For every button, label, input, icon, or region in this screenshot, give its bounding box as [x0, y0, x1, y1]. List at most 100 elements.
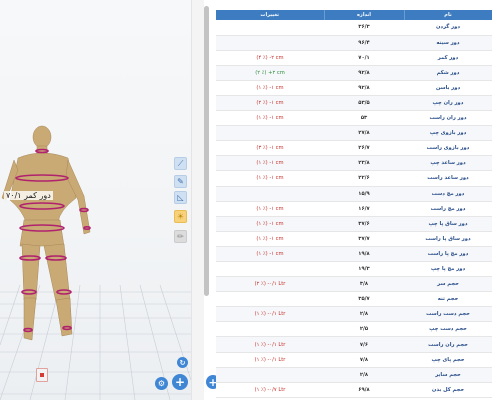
- name-cell: حجم سایر: [404, 367, 492, 383]
- change-cell: (۱ ٪) -۱ cm: [216, 110, 324, 127]
- header-changes[interactable]: تغییرات: [216, 10, 325, 20]
- table-row[interactable]: ۹۶/۴ دور سینه: [216, 35, 492, 51]
- ruler-icon[interactable]: ⟋: [174, 157, 187, 170]
- change-cell: (۱ ٪) -۱ cm: [216, 246, 324, 263]
- change-cell: (۲ ٪) +۲ cm: [216, 65, 324, 81]
- value-cell: ۹۶/۴: [324, 35, 404, 51]
- name-cell: دور ساق پا راست: [404, 231, 492, 247]
- name-cell: دور سینه: [404, 35, 492, 51]
- value-cell: ۱۹/۳: [324, 261, 404, 278]
- table-row[interactable]: (۳ ٪) -۱ cm ۲۶/۷ دور بازوی راست: [216, 140, 492, 157]
- value-cell: ۵۳: [324, 110, 404, 127]
- table-row[interactable]: (۱ ٪) -۰/۱ Ltr ۲/۸ حجم دست راست: [216, 306, 492, 323]
- value-cell: ۶۹/۸: [324, 382, 404, 398]
- name-cell: دور مچ راست: [404, 201, 492, 217]
- table-row[interactable]: (۲ ٪) -۱ cm ۵۳/۵ دور ران چپ: [216, 95, 492, 112]
- table-row[interactable]: (۱ ٪) -۱ cm ۲۲/۶ دور ساعد راست: [216, 170, 492, 187]
- 3d-body-viewer[interactable]: دور کمر ۷۰/۱ ⟋ ✎ ◺ ☀ ✏ ↻ ⚙ +: [0, 0, 191, 400]
- change-cell: (۲ ٪) -۱ cm: [216, 95, 324, 112]
- header-name[interactable]: نام: [404, 10, 492, 20]
- table-row[interactable]: (۱ ٪) -۱ cm ۳۷/۷ دور ساق پا راست: [216, 231, 492, 247]
- name-cell: دور کمر: [404, 50, 492, 66]
- 3d-scene[interactable]: [0, 0, 191, 400]
- table-row[interactable]: (۱ ٪) -۱ cm ۵۳ دور ران راست: [216, 110, 492, 127]
- ruler-angle-icon[interactable]: ◺: [174, 191, 187, 204]
- settings-fab[interactable]: ⚙: [155, 377, 168, 390]
- change-cell: [216, 35, 324, 51]
- change-cell: (۱ ٪) -۰/۷ Ltr: [216, 382, 324, 398]
- name-cell: دور بازوی چپ: [404, 125, 492, 142]
- table-row[interactable]: ۲/۸ حجم سایر: [216, 367, 492, 383]
- name-cell: دور باسن: [404, 80, 492, 96]
- value-cell: ۳۷/۶: [324, 216, 404, 232]
- name-cell: دور ران چپ: [404, 95, 492, 112]
- change-cell: (۱ ٪) -۱ cm: [216, 231, 324, 247]
- value-cell: ۲/۸: [324, 306, 404, 323]
- change-cell: (۱ ٪) -۱ cm: [216, 216, 324, 232]
- table-row[interactable]: (۱ ٪) -۱ cm ۱۶/۷ دور مچ راست: [216, 201, 492, 217]
- table-row[interactable]: (۱ ٪) -۰/۱ Ltr ۷/۸ حجم پای چپ: [216, 352, 492, 368]
- change-cell: (۱ ٪) -۰/۱ Ltr: [216, 336, 324, 353]
- value-cell: ۲۳/۸: [324, 155, 404, 172]
- header-value[interactable]: اندازه: [324, 10, 405, 20]
- name-cell: دور ساعد راست: [404, 170, 492, 187]
- table-row[interactable]: (۱ ٪) -۱ cm ۲۳/۸ دور ساعد چپ: [216, 155, 492, 172]
- panel-divider: [191, 0, 204, 400]
- value-cell: ۹۲/۸: [324, 65, 404, 81]
- value-cell: ۷۰/۱: [324, 50, 404, 66]
- table-row[interactable]: (۱ ٪) -۰/۷ Ltr ۶۹/۸ حجم کل بدن: [216, 382, 492, 398]
- change-cell: [216, 367, 324, 383]
- table-row[interactable]: ۲۷/۸ دور بازوی چپ: [216, 125, 492, 142]
- add-fab[interactable]: +: [172, 374, 188, 390]
- table-row[interactable]: (۱ ٪) -۱ cm ۳۷/۶ دور ساق پا چپ: [216, 216, 492, 232]
- name-cell: دور مچ دست: [404, 186, 492, 202]
- value-cell: ۲/۵: [324, 321, 404, 338]
- name-cell: حجم سر: [404, 276, 492, 293]
- table-row[interactable]: (۲ ٪) -۰/۱ Ltr ۳/۸ حجم سر: [216, 276, 492, 293]
- table-header: تغییرات اندازه نام: [216, 10, 492, 20]
- table-row[interactable]: (۱ ٪) -۱ cm ۹۲/۸ دور باسن: [216, 80, 492, 96]
- name-cell: حجم دست راست: [404, 306, 492, 323]
- value-cell: ۲۷/۸: [324, 125, 404, 142]
- cup-icon[interactable]: [36, 368, 48, 382]
- change-cell: [216, 321, 324, 338]
- value-cell: ۳۶/۳: [324, 20, 404, 36]
- table-row[interactable]: ۳۶/۳ دور گردن: [216, 20, 492, 36]
- table-row[interactable]: ۱۹/۳ دور مچ پا چپ: [216, 261, 492, 278]
- change-cell: (۲ ٪) -۰/۱ Ltr: [216, 276, 324, 293]
- value-cell: ۳/۸: [324, 276, 404, 293]
- table-row[interactable]: (۱ ٪) -۰/۱ Ltr ۷/۶ حجم ران راست: [216, 336, 492, 353]
- name-cell: دور بازوی راست: [404, 140, 492, 157]
- value-cell: ۷/۸: [324, 352, 404, 368]
- name-cell: دور ساق پا چپ: [404, 216, 492, 232]
- pencil-icon[interactable]: ✏: [174, 230, 187, 243]
- change-cell: (۳ ٪) -۱ cm: [216, 140, 324, 157]
- scrollbar[interactable]: [204, 6, 209, 296]
- change-cell: (۱ ٪) -۱ cm: [216, 170, 324, 187]
- change-cell: [216, 186, 324, 202]
- value-cell: ۲۲/۶: [324, 170, 404, 187]
- measure-tape-icon[interactable]: ✎: [174, 175, 187, 188]
- table-row[interactable]: (۱ ٪) -۱ cm ۱۹/۸ دور مچ پا راست: [216, 246, 492, 263]
- value-cell: ۳۷/۷: [324, 231, 404, 247]
- table-row[interactable]: ۲/۵ حجم دست چپ: [216, 321, 492, 338]
- change-cell: (۱ ٪) -۱ cm: [216, 80, 324, 96]
- change-cell: [216, 125, 324, 142]
- value-cell: ۱۵/۹: [324, 186, 404, 202]
- name-cell: حجم پای چپ: [404, 352, 492, 368]
- table-row[interactable]: ۳۵/۷ حجم تنه: [216, 291, 492, 308]
- name-cell: حجم کل بدن: [404, 382, 492, 398]
- change-cell: (۱ ٪) -۰/۱ Ltr: [216, 352, 324, 368]
- name-cell: دور شکم: [404, 65, 492, 81]
- value-cell: ۹۲/۸: [324, 80, 404, 96]
- table-row[interactable]: ۱۵/۹ دور مچ دست: [216, 186, 492, 202]
- value-cell: ۲/۸: [324, 367, 404, 383]
- name-cell: حجم دست چپ: [404, 321, 492, 338]
- change-cell: (۱ ٪) -۱ cm: [216, 155, 324, 172]
- measurements-table: تغییرات اندازه نام ۳۶/۳ دور گردن ۹۶/۴ دور س…: [216, 10, 492, 400]
- table-row[interactable]: (۴ ٪) -۲ cm ۷۰/۱ دور کمر: [216, 50, 492, 66]
- small-round-fab[interactable]: ↻: [177, 357, 188, 368]
- table-row[interactable]: (۲ ٪) +۲ cm ۹۲/۸ دور شکم: [216, 65, 492, 81]
- sun-icon[interactable]: ☀: [174, 210, 187, 223]
- name-cell: حجم ران راست: [404, 336, 492, 353]
